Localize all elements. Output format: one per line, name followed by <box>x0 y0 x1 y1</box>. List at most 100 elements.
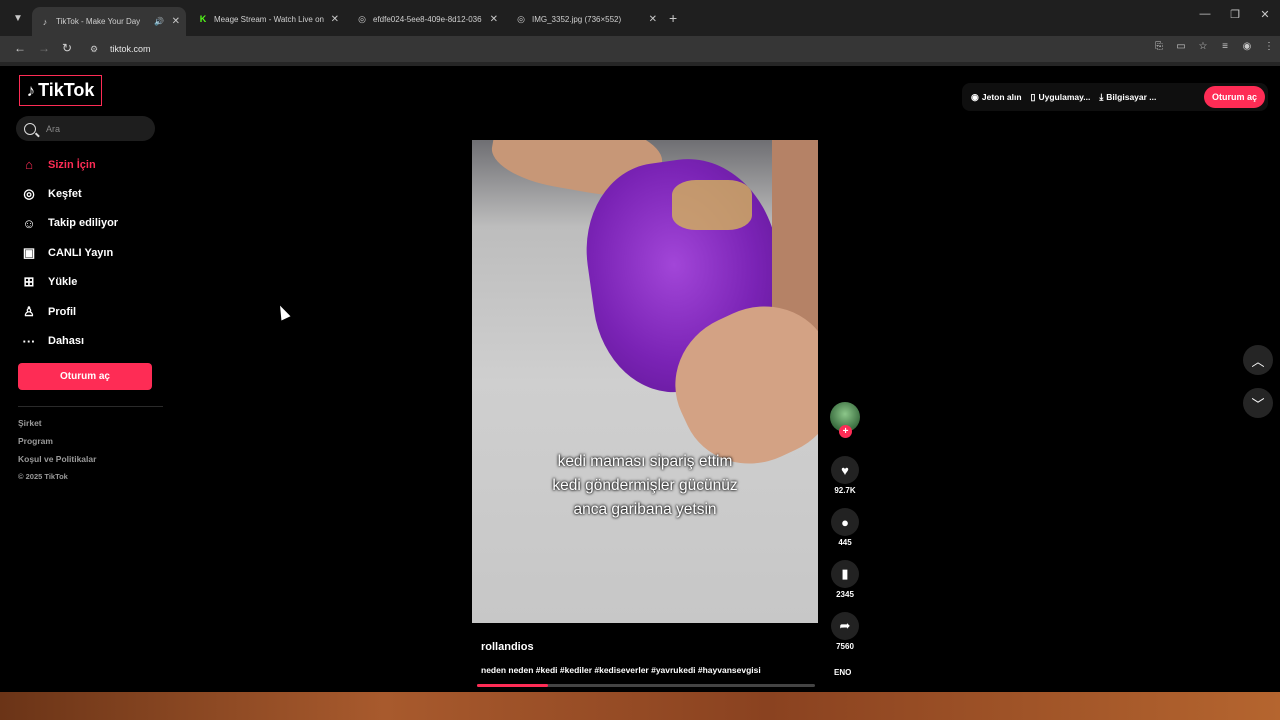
sidebar-item-for-you[interactable]: ⌂ Sizin İçin <box>20 150 118 179</box>
install-app-icon[interactable]: ▭ <box>1170 41 1192 52</box>
close-tab-icon[interactable]: ✕ <box>490 14 498 25</box>
video-actions: + ♥ 92.7K ● 445 ▮ 2345 ➦ 7560 <box>828 402 862 664</box>
search-box <box>16 116 155 141</box>
sidebar-item-more[interactable]: ··· Dahası <box>20 326 118 355</box>
globe-icon: ◎ <box>517 13 525 24</box>
media-control-icon[interactable]: ≡ <box>1214 41 1236 52</box>
back-icon[interactable]: ← <box>14 41 26 55</box>
save-button[interactable]: ▮ <box>831 560 859 588</box>
toolbar-icons: ⎘ ▭ ☆ ≡ ◉ ⋮ <box>1148 41 1280 52</box>
forward-icon[interactable]: → <box>38 41 50 55</box>
chevron-down-icon: ﹀ <box>1251 396 1265 412</box>
sidebar-footer: Şirket Program Koşul ve Politikalar © 20… <box>18 418 96 486</box>
sidebar-item-label: CANLI Yayın <box>48 246 114 259</box>
sidebar-item-live[interactable]: ▣ CANLI Yayın <box>20 238 118 267</box>
share-count: 7560 <box>836 642 854 651</box>
home-icon: ⌂ <box>25 157 33 173</box>
new-tab-button[interactable]: + <box>669 10 677 26</box>
browser-tab-strip: ▼ ♪ TikTok - Make Your Day 🔊 ✕ K Meage S… <box>0 0 1280 36</box>
tiktok-note-icon: ♪ <box>26 80 36 100</box>
browser-tab-image[interactable]: ◎ IMG_3352.jpg (736×552) ✕ <box>508 8 663 30</box>
video-caption: kedi maması sipariş ettim kedi göndermiş… <box>472 450 818 522</box>
music-tag[interactable]: ENO <box>834 668 851 677</box>
restore-icon[interactable]: ❐ <box>1220 8 1250 21</box>
comment-button[interactable]: ● <box>831 508 859 536</box>
tiktok-logo[interactable]: ♪ TikTok <box>19 75 102 106</box>
site-info-icon[interactable]: ⚙ <box>90 44 106 55</box>
video-progress-fill <box>477 684 548 687</box>
follow-plus-icon[interactable]: + <box>839 425 852 438</box>
tab-title: TikTok - Make Your Day <box>56 17 141 26</box>
save-count: 2345 <box>836 590 854 599</box>
video-author[interactable]: rollandios <box>481 641 534 653</box>
previous-video-button[interactable]: ︿ <box>1243 345 1273 375</box>
video-progress-bar[interactable] <box>477 684 815 687</box>
heart-icon: ♥ <box>841 462 849 478</box>
compass-icon: ◎ <box>23 186 35 202</box>
top-login-button[interactable]: Oturum aç <box>1203 86 1265 108</box>
browser-tab-tiktok[interactable]: ♪ TikTok - Make Your Day 🔊 ✕ <box>32 7 186 36</box>
video-description[interactable]: neden neden #kedi #kediler #kediseverler… <box>481 665 761 675</box>
chevron-up-icon: ︿ <box>1251 353 1265 369</box>
get-app-button[interactable]: ▯ Uygulamay... <box>1031 92 1091 103</box>
tiktok-icon: ♪ <box>42 16 48 27</box>
video-player[interactable]: kedi maması sipariş ettim kedi göndermiş… <box>472 140 818 623</box>
minimize-icon[interactable]: — <box>1190 8 1220 21</box>
url-text[interactable]: tiktok.com <box>110 44 151 54</box>
kick-icon: K <box>199 14 207 24</box>
caption-line: kedi maması sipariş ettim <box>557 453 733 470</box>
profile-icon[interactable]: ◉ <box>1236 41 1258 52</box>
sidebar-item-profile[interactable]: ♙ Profil <box>20 297 118 326</box>
footer-link-company[interactable]: Şirket <box>18 418 96 436</box>
more-icon: ··· <box>22 333 36 349</box>
caption-line: kedi göndermişler gücünüz <box>552 477 738 494</box>
like-button[interactable]: ♥ <box>831 456 859 484</box>
like-count: 92.7K <box>834 486 856 495</box>
comment-icon: ● <box>841 514 849 530</box>
search-input[interactable] <box>46 123 146 134</box>
browser-tab-uuid[interactable]: ◎ efdfe024-5ee8-409e-8d12-036 ✕ <box>349 8 504 30</box>
desktop-app-label: Bilgisayar ... <box>1106 92 1157 102</box>
browser-tab-kick[interactable]: K Meage Stream - Watch Live on ✕ <box>190 8 345 30</box>
copyright: © 2025 TikTok <box>18 472 68 481</box>
audio-playing-icon[interactable]: 🔊 <box>154 17 164 26</box>
share-button[interactable]: ➦ <box>831 612 859 640</box>
footer-link-terms[interactable]: Koşul ve Politikalar <box>18 454 96 472</box>
tab-search-button[interactable]: ▼ <box>10 10 26 26</box>
sidebar-login-button[interactable]: Oturum aç <box>18 363 152 390</box>
sidebar-nav: ⌂ Sizin İçin ◎ Keşfet ☺ Takip ediliyor ▣… <box>20 150 118 356</box>
author-avatar[interactable]: + <box>830 402 860 438</box>
share-icon: ➦ <box>839 618 851 633</box>
reload-icon[interactable]: ↻ <box>62 41 72 55</box>
sidebar-item-label: Dahası <box>48 335 85 348</box>
next-video-button[interactable]: ﹀ <box>1243 388 1273 418</box>
sidebar-item-following[interactable]: ☺ Takip ediliyor <box>20 209 118 238</box>
desktop-app-button[interactable]: ⤓ Bilgisayar ... <box>1099 92 1156 103</box>
globe-icon: ◎ <box>358 13 366 24</box>
sidebar-item-upload[interactable]: ⊞ Yükle <box>20 268 118 297</box>
logo-text: TikTok <box>38 80 95 100</box>
search-icon <box>24 122 36 135</box>
close-window-icon[interactable]: ✕ <box>1250 8 1280 21</box>
translate-icon[interactable]: ⎘ <box>1148 41 1170 52</box>
close-tab-icon[interactable]: ✕ <box>172 16 180 27</box>
video-scene-bag-detail <box>672 180 752 230</box>
bookmark-star-icon[interactable]: ☆ <box>1192 41 1214 52</box>
sidebar-item-label: Takip ediliyor <box>48 217 119 230</box>
phone-icon: ▯ <box>1030 91 1036 102</box>
address-bar[interactable]: ⚙ tiktok.com <box>86 38 1206 60</box>
sidebar-item-label: Sizin İçin <box>48 158 96 171</box>
sidebar-item-explore[interactable]: ◎ Keşfet <box>20 179 118 208</box>
get-coins-button[interactable]: ◉ Jeton alın <box>971 92 1022 103</box>
close-tab-icon[interactable]: ✕ <box>649 14 657 25</box>
menu-icon[interactable]: ⋮ <box>1258 41 1280 52</box>
following-icon: ☺ <box>22 215 36 231</box>
download-icon: ⤓ <box>1099 91 1104 102</box>
toolbar-divider <box>0 62 1280 66</box>
comment-count: 445 <box>838 538 852 547</box>
footer-link-program[interactable]: Program <box>18 436 96 454</box>
browser-toolbar: ← → ↻ ⚙ tiktok.com ⎘ ▭ ☆ ≡ ◉ ⋮ <box>0 36 1280 62</box>
sidebar-divider <box>18 406 163 407</box>
get-app-label: Uygulamay... <box>1038 92 1091 102</box>
close-tab-icon[interactable]: ✕ <box>331 14 339 25</box>
